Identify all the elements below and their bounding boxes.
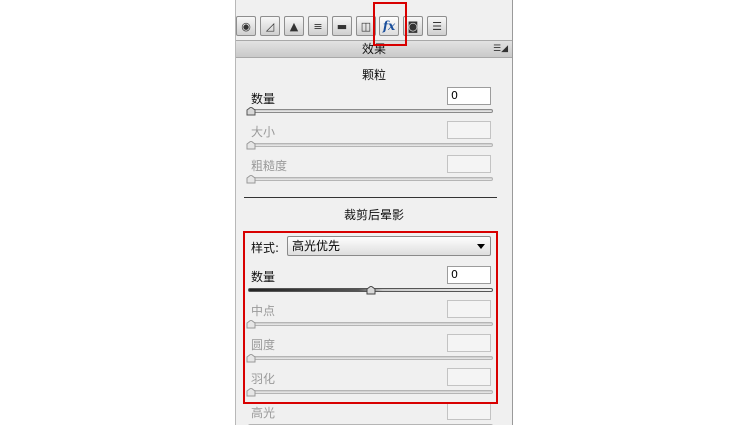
vignette-highlight-box xyxy=(243,231,498,404)
grain-title: 颗粒 xyxy=(361,68,386,82)
grain-size-label: 大小 xyxy=(251,125,276,139)
grain-size-thumb xyxy=(246,141,256,150)
panel-menu-icon[interactable]: ☰◢ xyxy=(493,41,508,57)
detail-icon[interactable]: ▲ xyxy=(284,16,304,36)
section-divider xyxy=(244,197,497,198)
grain-amount-label: 数量 xyxy=(251,92,276,106)
hsl-icon[interactable]: ≡ xyxy=(308,16,328,36)
grain-amount-thumb[interactable] xyxy=(246,107,256,116)
vignette-highlights-label: 高光 xyxy=(251,406,276,420)
grain-amount-slider[interactable] xyxy=(248,109,493,113)
vignette-highlights-input xyxy=(447,402,491,420)
vignette-title: 裁剪后晕影 xyxy=(343,208,404,222)
presets-icon[interactable]: ☰ xyxy=(427,16,447,36)
tone-curve-icon[interactable]: ◿ xyxy=(260,16,280,36)
grain-roughness-label: 粗糙度 xyxy=(251,159,288,173)
effects-tab-highlight xyxy=(373,2,407,46)
grain-amount-input[interactable]: 0 xyxy=(447,87,491,105)
grain-size-input xyxy=(447,121,491,139)
basic-icon[interactable]: ◉ xyxy=(236,16,256,36)
grain-roughness-slider xyxy=(248,177,493,181)
grain-roughness-thumb xyxy=(246,175,256,184)
grain-roughness-input xyxy=(447,155,491,173)
grain-size-slider xyxy=(248,143,493,147)
split-toning-icon[interactable]: ▬ xyxy=(332,16,352,36)
